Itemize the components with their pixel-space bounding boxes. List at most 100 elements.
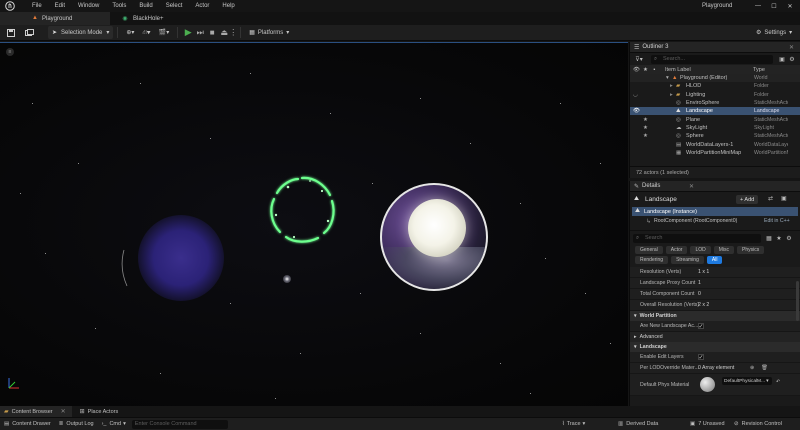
content-drawer-button[interactable]: ▤ Content Drawer <box>4 421 51 427</box>
section-world-partition[interactable]: ▾ World Partition <box>630 311 800 321</box>
tree-row[interactable]: ◡ ▸ ▰ Lighting Folder <box>630 91 800 99</box>
enable-edit-layers-checkbox[interactable]: ✓ <box>698 354 704 361</box>
place-actors-tab[interactable]: ⊞ Place Actors <box>74 406 125 417</box>
maximize-icon[interactable]: ☐ <box>766 0 782 12</box>
minimize-icon[interactable]: — <box>750 0 766 12</box>
visibility-icon[interactable]: ◡ <box>633 92 638 98</box>
filter-lod[interactable]: LOD <box>690 246 711 254</box>
cinematics-button[interactable]: 🎬▾ <box>155 26 173 39</box>
section-advanced[interactable]: ▸ Advanced <box>630 332 800 342</box>
filter-streaming[interactable]: Streaming <box>671 256 704 264</box>
menu-tools[interactable]: Tools <box>112 3 126 9</box>
purple-glow-sphere[interactable] <box>138 215 224 301</box>
visibility-icon[interactable]: 👁 <box>632 67 641 73</box>
tree-row[interactable]: ▦ WorldPartitionMiniMap WorldPartitionMi… <box>630 149 800 157</box>
blueprints-button[interactable]: ⛙▾ <box>138 26 154 39</box>
save-icon[interactable] <box>4 26 18 40</box>
close-icon[interactable]: ✕ <box>61 408 66 415</box>
tab-playground[interactable]: ▲ Playground <box>0 12 110 25</box>
expand-icon[interactable]: ▾ <box>666 75 669 81</box>
pin-icon[interactable]: ★ <box>643 117 648 123</box>
add-folder-icon[interactable]: ▣ <box>777 56 787 63</box>
tree-row[interactable]: ▾ ▲ Playground (Editor) World <box>630 74 800 83</box>
visibility-icon[interactable]: 👁 <box>633 108 640 114</box>
root-component-row[interactable]: ↳ RootComponent (RootComponent0) Edit in… <box>630 216 800 226</box>
unsaved-button[interactable]: ▣ 7 Unsaved <box>690 421 725 427</box>
col-type[interactable]: Type <box>753 67 765 73</box>
close-icon[interactable]: ✕ <box>789 44 794 51</box>
lock-icon[interactable]: ▪ <box>650 67 659 73</box>
pin-icon[interactable]: ★ <box>643 125 648 131</box>
grid-view-icon[interactable]: ▦ <box>764 235 774 242</box>
filter-misc[interactable]: Misc <box>713 246 735 254</box>
more-options-icon[interactable]: ⋮ <box>229 27 237 39</box>
close-icon[interactable]: ✕ <box>689 183 694 190</box>
details-scrollbar[interactable] <box>796 281 799 321</box>
expand-icon[interactable]: ▸ <box>670 92 673 98</box>
console-command-input[interactable]: Enter Console Command <box>131 419 228 429</box>
gear-icon[interactable]: ⚙ <box>787 56 797 63</box>
are-new-landscape-checkbox[interactable]: ✓ <box>698 323 704 330</box>
filter-icon[interactable]: ⊽▾ <box>633 56 645 63</box>
derived-data-button[interactable]: ▥ Derived Data <box>618 421 658 427</box>
green-energy-ring[interactable] <box>262 169 342 249</box>
menu-window[interactable]: Window <box>78 3 99 9</box>
menu-help[interactable]: Help <box>222 3 234 9</box>
reset-icon[interactable]: ↶ <box>776 379 780 385</box>
edit-in-cpp-link[interactable]: Edit in C++ <box>764 218 790 224</box>
filter-all[interactable]: All <box>706 256 723 264</box>
trace-dropdown[interactable]: ⌇ Trace ▾ <box>562 421 585 427</box>
tree-row[interactable]: ★ ◎ Sphere StaticMeshActor <box>630 132 800 140</box>
skip-icon[interactable]: ⏭ <box>194 27 206 39</box>
outliner-tab[interactable]: ☰ Outliner 3 ✕ <box>630 42 800 53</box>
favorite-icon[interactable]: ★ <box>774 235 784 242</box>
details-tab[interactable]: ✎ Details ✕ <box>630 181 800 192</box>
add-component-button[interactable]: + Add <box>736 195 759 204</box>
tree-row[interactable]: ▸ ▰ HLOD Folder <box>630 82 800 90</box>
play-icon[interactable]: ▶ <box>182 27 194 39</box>
trash-icon[interactable]: 🗑 <box>761 365 768 371</box>
close-icon[interactable]: ✕ <box>782 0 798 12</box>
expand-icon[interactable]: ▸ <box>670 83 673 89</box>
col-item-label[interactable]: Item Label <box>665 67 691 73</box>
tab-blackhole[interactable]: ◉ BlackHole+ <box>110 12 190 25</box>
content-browser-tab[interactable]: ▰ Content Browser ✕ <box>0 406 72 417</box>
content-icon[interactable] <box>22 26 36 40</box>
level-viewport[interactable]: ≡ <box>0 42 628 406</box>
section-landscape[interactable]: ▾ Landscape <box>630 342 800 352</box>
blueprint-convert-icon[interactable]: ⇄ <box>768 195 773 202</box>
menu-actor[interactable]: Actor <box>195 3 209 9</box>
platforms-dropdown[interactable]: ▦ Platforms ▾ <box>245 26 293 39</box>
tree-row[interactable]: ★ ◎ Plane StaticMeshActor <box>630 115 800 123</box>
menu-select[interactable]: Select <box>166 3 183 9</box>
unreal-logo-icon[interactable] <box>4 0 16 12</box>
component-instance-row[interactable]: ⛰ Landscape (Instance) <box>632 207 798 216</box>
tree-row[interactable]: ▤ WorldDataLayers-1 WorldDataLayers <box>630 140 800 148</box>
selection-mode-dropdown[interactable]: ➤ Selection Mode ▾ <box>48 26 114 39</box>
phys-material-dropdown[interactable]: DefaultPhysicalM... ▾ <box>722 377 772 385</box>
details-search-input[interactable]: ⌕ Search <box>633 233 761 243</box>
add-content-button[interactable]: ⊕▾ <box>122 26 138 39</box>
pin-icon[interactable]: ★ <box>643 133 648 139</box>
output-log-button[interactable]: ≣ Output Log <box>59 421 94 427</box>
stop-icon[interactable]: ■ <box>206 27 218 39</box>
outliner-search-input[interactable]: ⌕ Search... <box>651 54 773 64</box>
settings-dropdown[interactable]: ⚙ Settings ▾ <box>752 26 796 39</box>
filter-physics[interactable]: Physics <box>737 246 765 254</box>
menu-edit[interactable]: Edit <box>55 3 65 9</box>
layout-icon[interactable]: ▣ <box>781 195 787 202</box>
tree-row-selected[interactable]: 👁 ⛰ Landscape Landscape <box>630 107 800 116</box>
menu-file[interactable]: File <box>32 3 42 9</box>
tree-row[interactable]: ◎ EnviroSphere StaticMeshActor <box>630 99 800 107</box>
material-thumbnail[interactable] <box>700 377 715 392</box>
cmd-dropdown[interactable]: ›_ Cmd ▾ <box>102 421 126 427</box>
revision-control-button[interactable]: ⊘ Revision Control <box>734 421 782 427</box>
gear-icon[interactable]: ⚙ <box>784 235 794 242</box>
filter-actor[interactable]: Actor <box>665 246 688 254</box>
pin-icon[interactable]: ★ <box>641 67 650 73</box>
viewport-options-icon[interactable]: ≡ <box>6 48 14 56</box>
black-hole-sphere[interactable] <box>380 183 488 291</box>
filter-rendering[interactable]: Rendering <box>635 256 669 264</box>
filter-general[interactable]: General <box>635 246 663 254</box>
add-element-icon[interactable]: ⊕ <box>750 365 754 371</box>
